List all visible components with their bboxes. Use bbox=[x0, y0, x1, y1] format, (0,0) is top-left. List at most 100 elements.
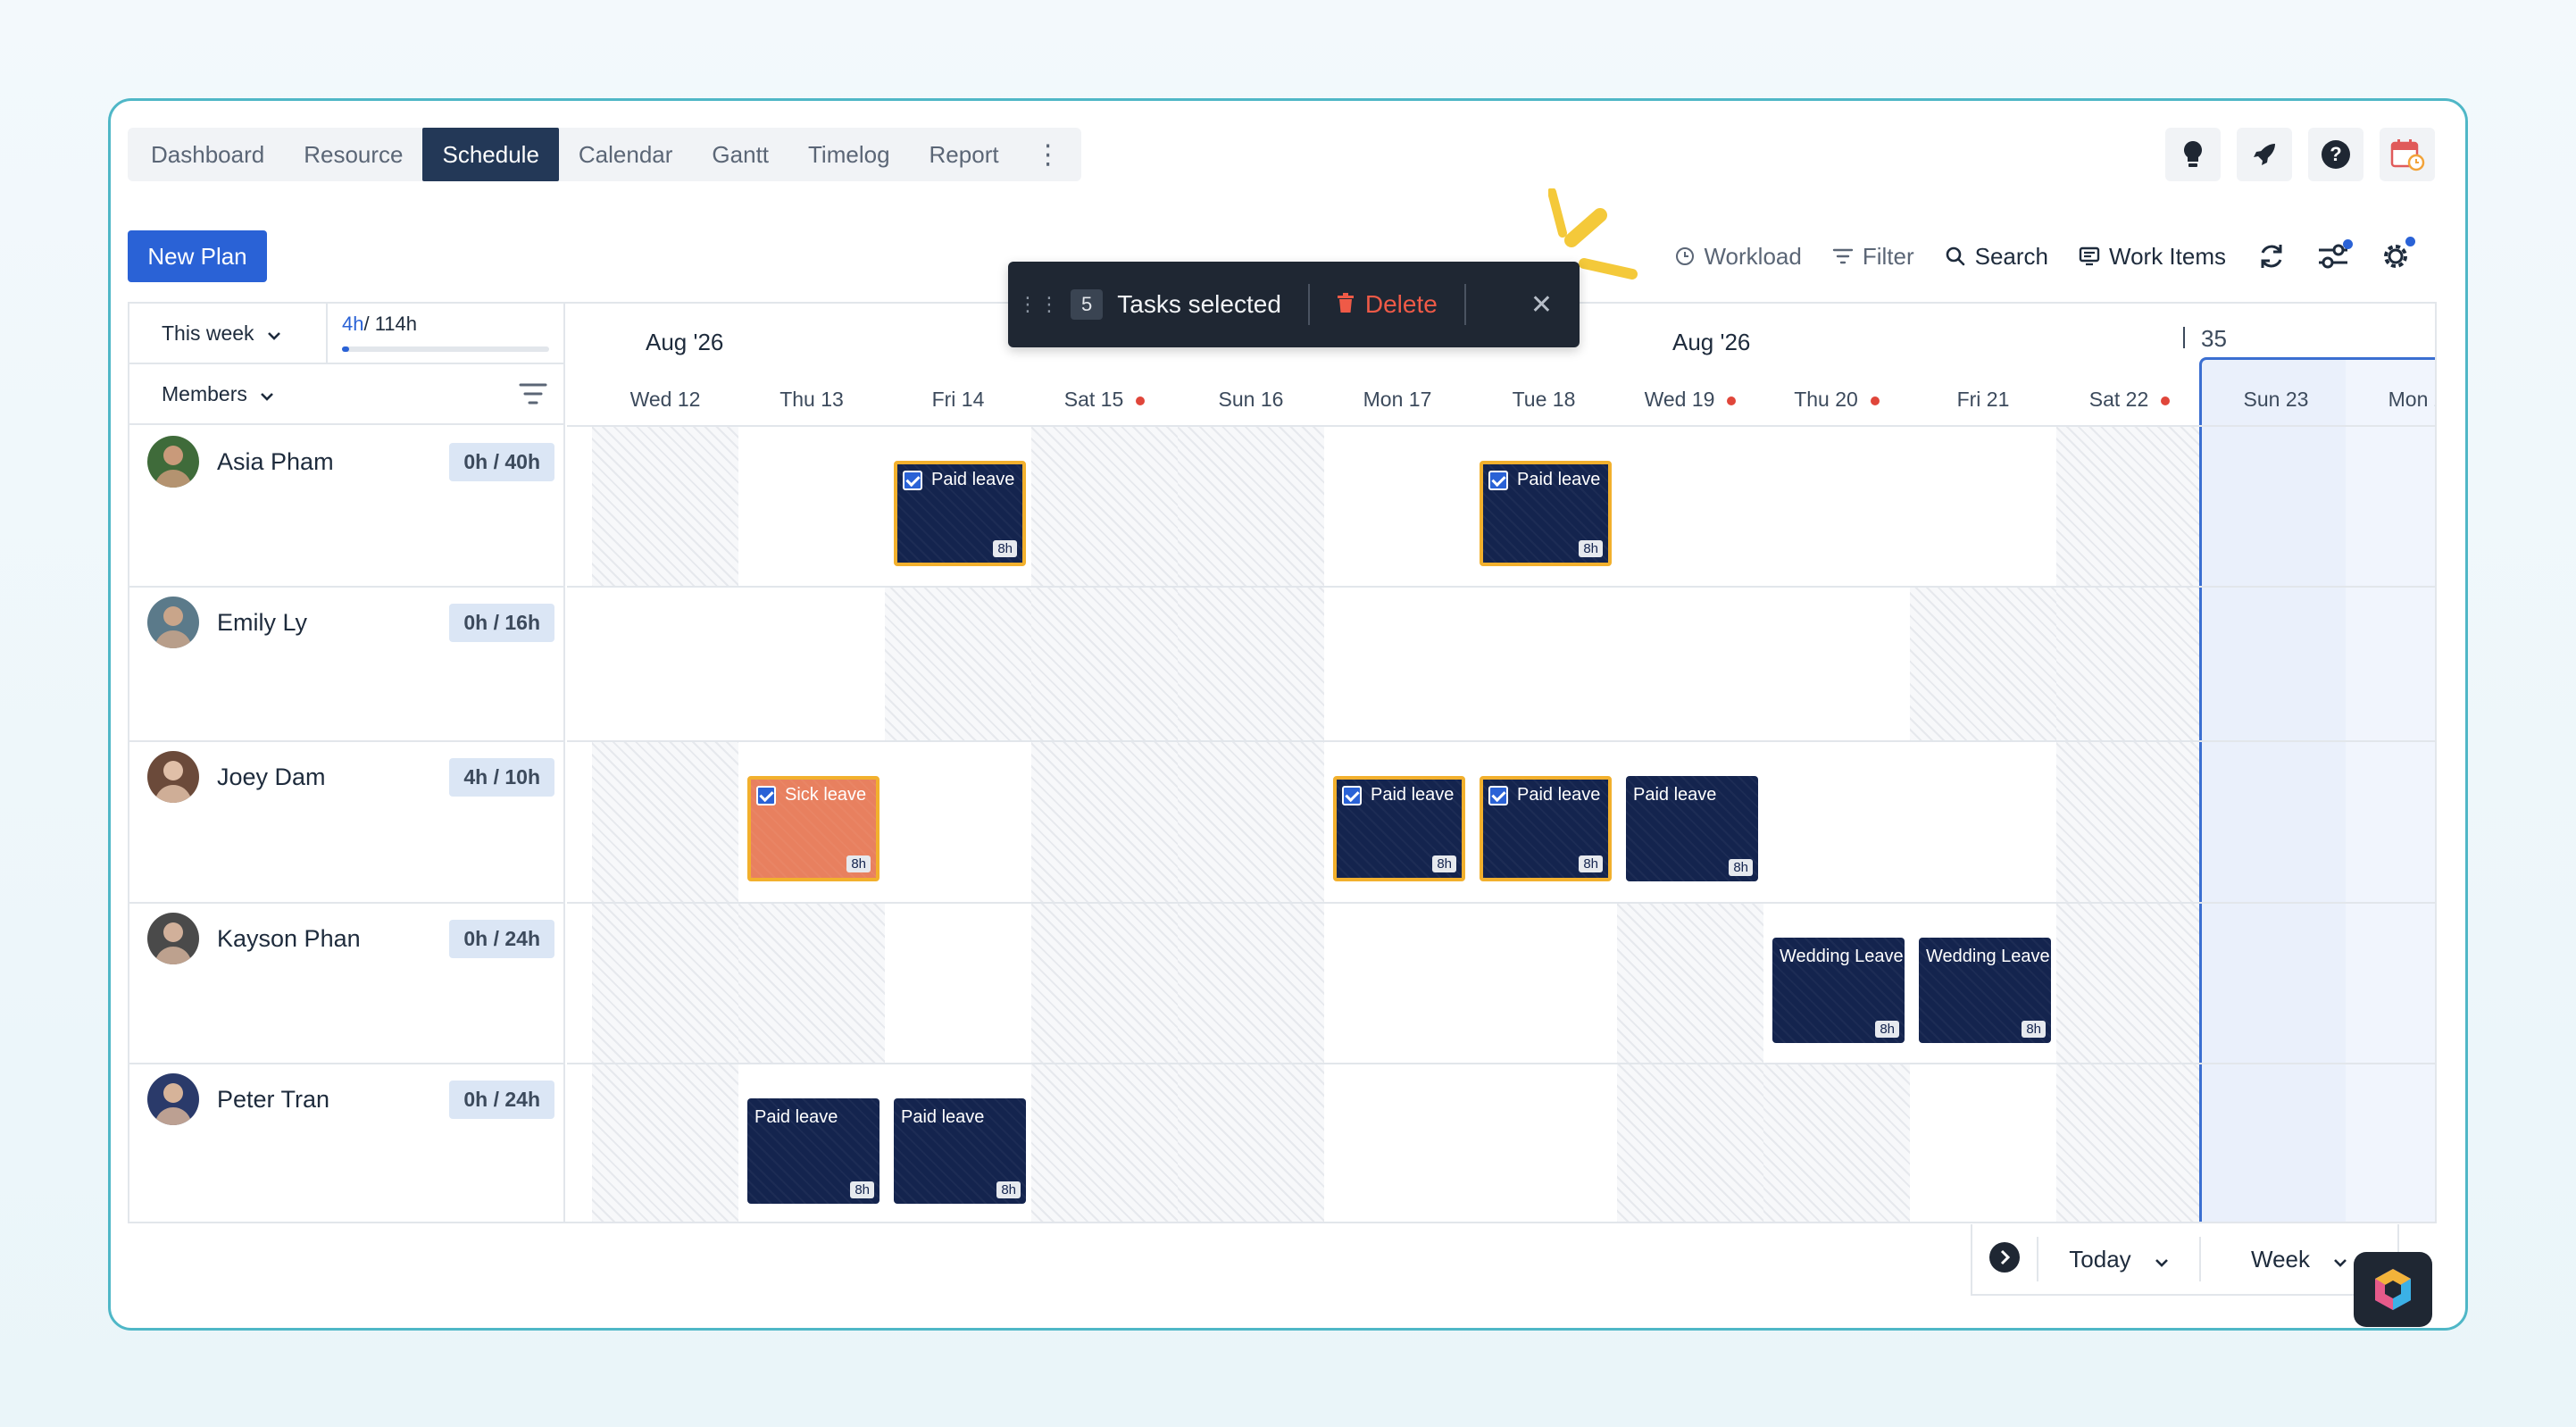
holiday-dot bbox=[2161, 396, 2171, 405]
sort-filter-icon[interactable] bbox=[519, 382, 547, 411]
event-hours-badge: 8h bbox=[2022, 1021, 2046, 1038]
day-header[interactable]: Tue 18 bbox=[1471, 388, 1617, 412]
more-tabs-button[interactable]: ⋮ bbox=[1019, 128, 1078, 181]
holiday-dot bbox=[1136, 396, 1146, 405]
day-header[interactable]: Fri 14 bbox=[885, 388, 1031, 412]
member-row[interactable]: Kayson Phan 0h / 24h bbox=[129, 904, 563, 1064]
event-label: Wedding Leave bbox=[1926, 947, 2050, 967]
row-divider bbox=[567, 1063, 2435, 1064]
adjust-button[interactable] bbox=[2317, 239, 2353, 270]
timeline-area: Aug '26 Aug '26 35 Wed 12 Thu 13 Fri 14 Sat 15… bbox=[567, 304, 2435, 1222]
clock-icon bbox=[1675, 246, 1695, 266]
event-hours-badge: 8h bbox=[996, 1181, 1021, 1198]
avatar bbox=[147, 597, 199, 648]
day-label: Wed 12 bbox=[629, 388, 701, 411]
leave-event[interactable]: Paid leave 8h bbox=[747, 1098, 880, 1204]
checkbox-checked-icon[interactable] bbox=[1488, 470, 1508, 490]
refresh-icon bbox=[2256, 241, 2287, 271]
day-header[interactable]: Mon 24 bbox=[2349, 388, 2435, 412]
today-dropdown[interactable]: Today bbox=[2038, 1237, 2201, 1281]
tab-report[interactable]: Report bbox=[910, 128, 1019, 181]
delete-selected-button[interactable]: Delete bbox=[1337, 290, 1438, 319]
day-header[interactable]: Mon 17 bbox=[1324, 388, 1471, 412]
checkbox-checked-icon[interactable] bbox=[1488, 785, 1508, 805]
event-hours-badge: 8h bbox=[1579, 540, 1603, 557]
day-header[interactable]: Sat 22 bbox=[2056, 388, 2203, 412]
settings-button[interactable] bbox=[2380, 237, 2415, 272]
checkbox-checked-icon[interactable] bbox=[903, 470, 922, 490]
work-items-button[interactable]: Work Items bbox=[2079, 243, 2226, 271]
non-working-cell bbox=[1031, 1064, 1178, 1222]
app-logo-button[interactable] bbox=[2354, 1252, 2432, 1327]
leave-event[interactable]: Paid leave 8h bbox=[1333, 776, 1465, 881]
calendar-clock-icon[interactable] bbox=[2380, 128, 2435, 181]
checkbox-checked-icon[interactable] bbox=[756, 785, 776, 805]
work-items-label: Work Items bbox=[2109, 242, 2226, 270]
tab-dashboard[interactable]: Dashboard bbox=[131, 128, 284, 181]
leave-event[interactable]: Paid leave 8h bbox=[1480, 776, 1612, 881]
workload-button[interactable]: Workload bbox=[1675, 243, 1802, 271]
tab-resource[interactable]: Resource bbox=[284, 128, 422, 181]
members-label: Members bbox=[162, 381, 247, 405]
non-working-cell bbox=[592, 1064, 738, 1222]
day-header[interactable]: Sun 16 bbox=[1178, 388, 1324, 412]
sliders-icon bbox=[2317, 243, 2349, 270]
members-dropdown[interactable]: Members bbox=[129, 364, 563, 425]
member-row[interactable]: Emily Ly 0h / 16h bbox=[129, 588, 563, 742]
non-working-cell bbox=[592, 904, 738, 1064]
day-label: Fri 21 bbox=[1956, 388, 2010, 411]
tab-schedule[interactable]: Schedule bbox=[422, 128, 559, 181]
top-icon-bar: ? bbox=[2165, 128, 2435, 181]
day-header[interactable]: Fri 21 bbox=[1910, 388, 2056, 412]
search-button[interactable]: Search bbox=[1945, 243, 2048, 271]
drag-handle-icon[interactable]: ⋮⋮ bbox=[1008, 293, 1071, 316]
leave-event[interactable]: Wedding Leave 8h bbox=[1772, 938, 1905, 1043]
view-controls: Today Week bbox=[1971, 1224, 2399, 1296]
leave-event[interactable]: Wedding Leave 8h bbox=[1919, 938, 2051, 1043]
day-header[interactable]: Sat 15 bbox=[1031, 388, 1178, 412]
day-header[interactable]: Sun 23 bbox=[2203, 388, 2349, 412]
hours-progress-bar bbox=[342, 346, 549, 352]
schedule-toolbar: Workload Filter Search Work Items bbox=[1675, 224, 2415, 288]
member-row[interactable]: Asia Pham 0h / 40h bbox=[129, 427, 563, 588]
day-header[interactable]: Thu 13 bbox=[738, 388, 885, 412]
member-row[interactable]: Joey Dam 4h / 10h bbox=[129, 742, 563, 904]
event-label: Paid leave bbox=[931, 470, 1015, 490]
leave-event[interactable]: Paid leave 8h bbox=[894, 1098, 1026, 1204]
non-working-cell bbox=[1031, 742, 1178, 904]
member-name: Kayson Phan bbox=[217, 925, 361, 952]
refresh-button[interactable] bbox=[2256, 241, 2287, 271]
leave-event[interactable]: Paid leave 8h bbox=[1626, 776, 1758, 881]
event-label: Wedding Leave bbox=[1780, 947, 1904, 967]
chevron-down-icon bbox=[267, 321, 281, 346]
event-label: Paid leave bbox=[1517, 470, 1601, 490]
leave-event[interactable]: Paid leave 8h bbox=[894, 461, 1026, 566]
gear-icon bbox=[2380, 240, 2412, 272]
lightbulb-icon[interactable] bbox=[2165, 128, 2221, 181]
tab-gantt[interactable]: Gantt bbox=[692, 128, 788, 181]
leave-event[interactable]: Paid leave 8h bbox=[1480, 461, 1612, 566]
filter-lines-icon bbox=[1832, 247, 1854, 265]
question-circle-icon[interactable]: ? bbox=[2308, 128, 2363, 181]
event-label: Sick leave bbox=[785, 785, 867, 805]
checkbox-checked-icon[interactable] bbox=[1342, 785, 1362, 805]
day-label: Fri 14 bbox=[931, 388, 985, 411]
member-name: Joey Dam bbox=[217, 764, 326, 790]
day-header[interactable]: Thu 20 bbox=[1763, 388, 1910, 412]
trash-icon bbox=[1337, 290, 1355, 319]
new-plan-button[interactable]: New Plan bbox=[128, 230, 267, 282]
non-working-cell bbox=[592, 427, 738, 588]
tab-calendar[interactable]: Calendar bbox=[559, 128, 693, 181]
week-range-dropdown[interactable]: This week bbox=[129, 304, 328, 363]
filter-button[interactable]: Filter bbox=[1832, 243, 1914, 271]
close-selection-button[interactable]: ✕ bbox=[1530, 289, 1553, 321]
tab-timelog[interactable]: Timelog bbox=[788, 128, 910, 181]
member-row[interactable]: Peter Tran 0h / 24h bbox=[129, 1064, 563, 1222]
leave-event[interactable]: Sick leave 8h bbox=[747, 776, 880, 881]
next-period-button[interactable] bbox=[1972, 1237, 2038, 1281]
rocket-icon[interactable] bbox=[2237, 128, 2292, 181]
day-header[interactable]: Wed 12 bbox=[592, 388, 738, 412]
today-label: Today bbox=[2069, 1245, 2131, 1273]
non-working-cell bbox=[1617, 904, 1763, 1064]
day-header[interactable]: Wed 19 bbox=[1617, 388, 1763, 412]
